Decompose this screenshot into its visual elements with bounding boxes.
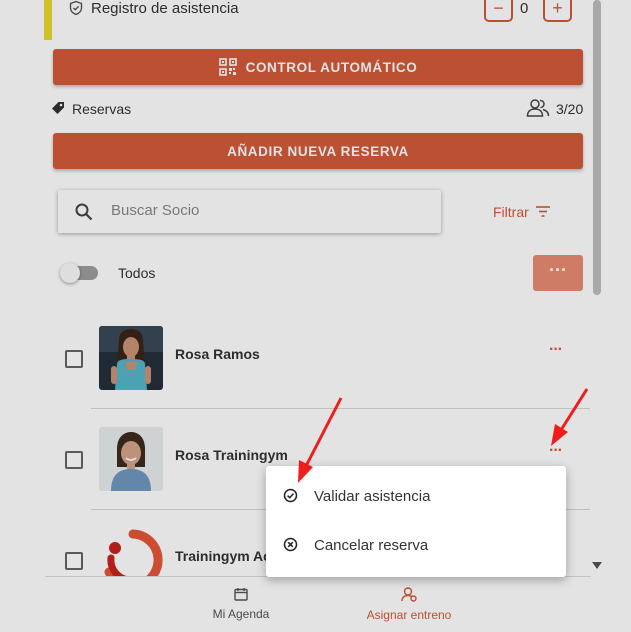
arrow-icon bbox=[298, 397, 343, 483]
arrow-icon bbox=[551, 388, 589, 446]
annotation-arrows bbox=[298, 388, 589, 483]
